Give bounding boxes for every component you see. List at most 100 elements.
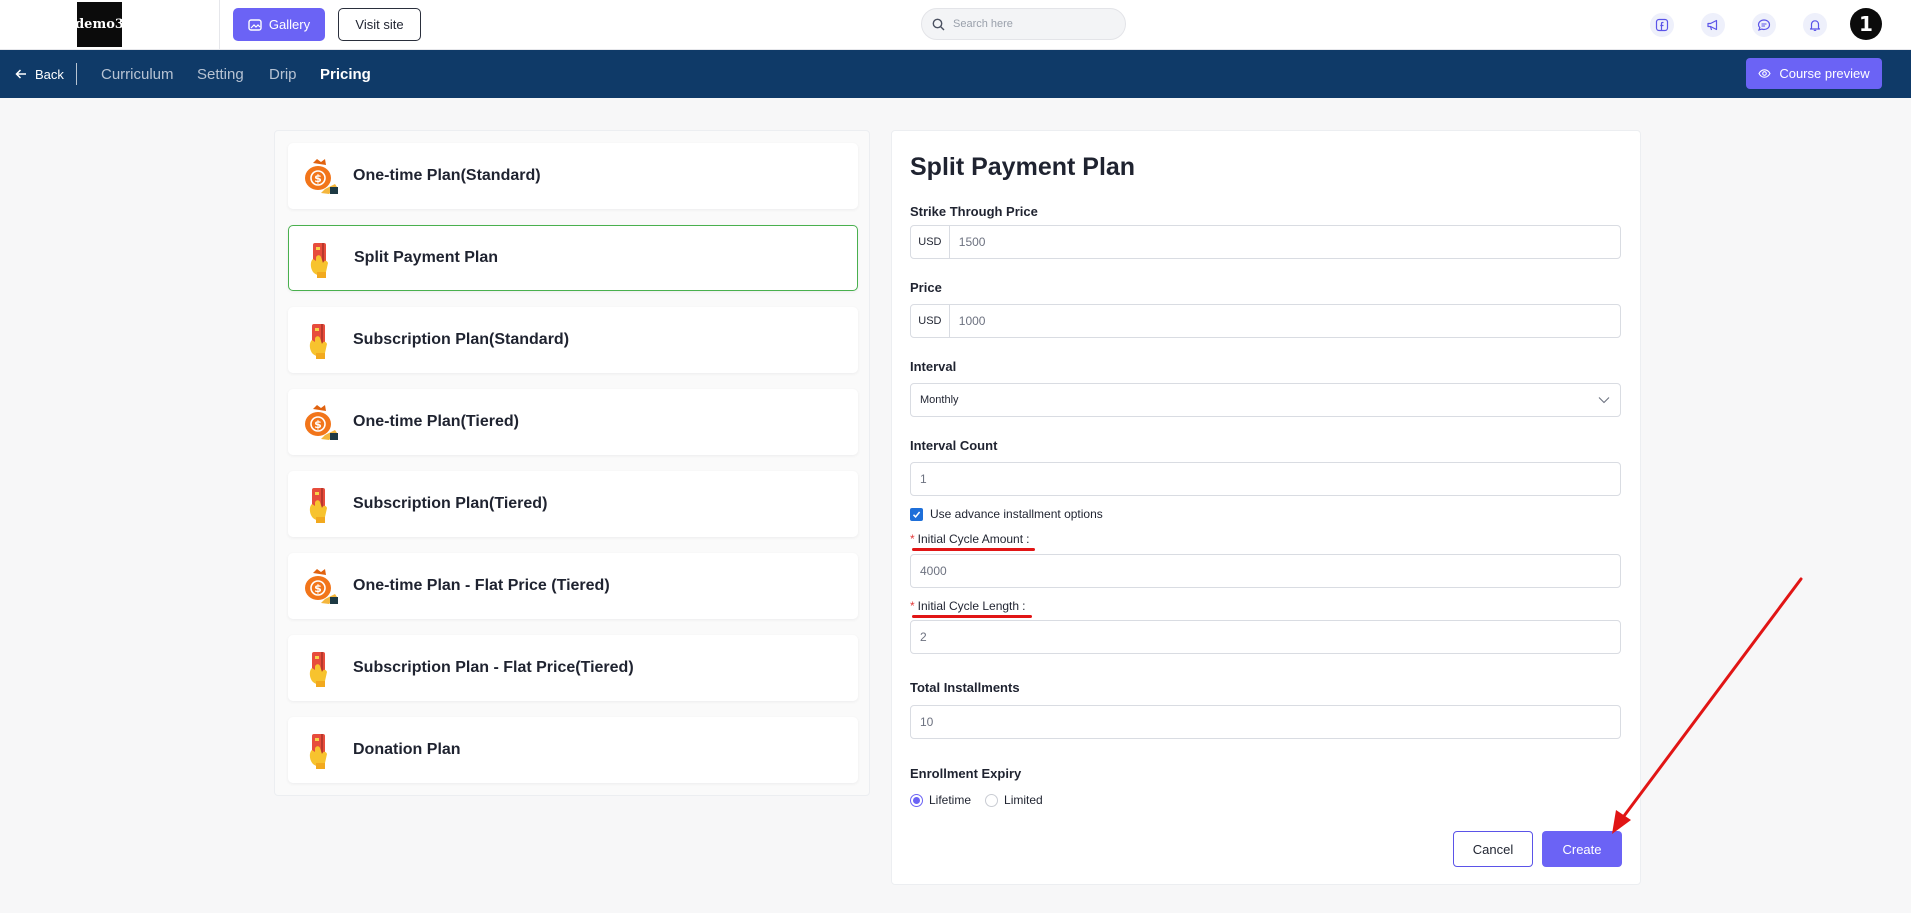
initial-cycle-length-field — [910, 620, 1621, 654]
required-mark: * — [910, 532, 915, 546]
plan-label: Split Payment Plan — [354, 249, 499, 266]
plan-card[interactable]: Subscription Plan(Tiered) — [288, 471, 858, 537]
facebook-icon[interactable] — [1650, 13, 1674, 37]
megaphone-icon[interactable] — [1701, 13, 1725, 37]
initial-cycle-amount-input[interactable] — [911, 555, 1620, 587]
tab-label: Setting — [197, 65, 244, 83]
tab-drip[interactable]: Drip — [269, 50, 297, 98]
course-nav-bar: Back Curriculum Setting Drip Pricing — [0, 50, 1911, 98]
label-suffix: : — [1022, 599, 1026, 613]
interval-select[interactable]: Monthly — [910, 383, 1621, 417]
plan-card[interactable]: $ One-time Plan - Flat Price (Tiered) — [288, 553, 858, 619]
gallery-button[interactable]: Gallery — [233, 8, 325, 41]
radio-lifetime[interactable] — [910, 793, 923, 807]
back-label: Back — [35, 66, 64, 82]
avatar[interactable]: 1 — [1850, 8, 1882, 40]
plan-card[interactable]: Subscription Plan(Standard) — [288, 307, 858, 373]
form-title: Split Payment Plan — [910, 153, 1136, 181]
money-bag-icon: $ — [298, 566, 340, 606]
course-preview-button[interactable]: Course preview — [1746, 58, 1882, 89]
tab-label: Curriculum — [101, 65, 174, 83]
advance-installment-option[interactable]: Use advance installment options — [910, 507, 1103, 521]
gallery-icon — [248, 18, 262, 31]
arrow-left-icon — [15, 69, 26, 79]
svg-text:$: $ — [314, 582, 322, 595]
price-field: USD — [910, 304, 1621, 338]
annotation-underline — [912, 548, 1035, 551]
enrollment-expiry-options: Lifetime Limited — [910, 793, 1043, 807]
required-mark: * — [910, 599, 915, 613]
card-hand-icon — [298, 648, 340, 688]
interval-count-input[interactable] — [911, 463, 1620, 495]
plan-card[interactable]: $ One-time Plan(Tiered) — [288, 389, 858, 455]
money-bag-icon: $ — [298, 156, 340, 196]
radio-limited[interactable] — [985, 793, 999, 807]
chat-icon[interactable] — [1752, 13, 1776, 37]
plan-label: One-time Plan - Flat Price (Tiered) — [353, 577, 610, 594]
search-icon — [932, 18, 945, 30]
cancel-button[interactable]: Cancel — [1453, 831, 1533, 867]
svg-text:$: $ — [314, 172, 322, 185]
card-hand-icon — [299, 239, 341, 279]
divider — [219, 0, 220, 50]
plan-label: Subscription Plan(Tiered) — [353, 495, 548, 512]
create-label: Create — [1562, 841, 1602, 857]
plan-card[interactable]: Donation Plan — [288, 717, 858, 783]
radio-label: Limited — [1004, 793, 1043, 807]
divider — [76, 63, 77, 85]
plan-label: Donation Plan — [353, 741, 461, 758]
check-icon — [912, 511, 921, 518]
tab-setting[interactable]: Setting — [197, 50, 244, 98]
annotation-underline — [912, 615, 1032, 618]
plan-label: One-time Plan(Standard) — [353, 167, 541, 184]
plan-label: One-time Plan(Tiered) — [353, 413, 519, 430]
tab-pricing[interactable]: Pricing — [320, 50, 371, 98]
strike-price-input[interactable] — [949, 226, 1620, 258]
interval-label: Interval — [910, 359, 957, 374]
initial-cycle-amount-label: * Initial Cycle Amount : — [910, 532, 1029, 546]
tab-curriculum[interactable]: Curriculum — [101, 50, 174, 98]
chevron-down-icon — [1598, 397, 1610, 404]
money-bag-icon: $ — [298, 402, 340, 442]
plan-label: Subscription Plan - Flat Price(Tiered) — [353, 659, 634, 676]
plan-card[interactable]: $ One-time Plan(Standard) — [288, 143, 858, 209]
label-text: Initial Cycle Length — [917, 599, 1020, 613]
create-button[interactable]: Create — [1542, 831, 1622, 867]
search-box[interactable] — [921, 8, 1126, 40]
total-installments-field — [910, 705, 1621, 739]
cancel-label: Cancel — [1472, 841, 1514, 857]
plan-card[interactable]: Split Payment Plan — [288, 225, 858, 291]
avatar-text: 1 — [1859, 12, 1873, 36]
plan-list: $ One-time Plan(Standard) Split Payment Pl… — [274, 130, 870, 796]
tab-label: Pricing — [320, 65, 371, 83]
advance-installment-checkbox[interactable] — [910, 507, 923, 521]
plan-card[interactable]: Subscription Plan - Flat Price(Tiered) — [288, 635, 858, 701]
total-installments-label: Total Installments — [910, 680, 1020, 695]
plan-form: Split Payment Plan Strike Through Price … — [891, 130, 1641, 885]
logo[interactable]: demo3 — [77, 2, 122, 47]
interval-count-field — [910, 462, 1621, 496]
price-input[interactable] — [949, 305, 1620, 337]
course-preview-label: Course preview — [1779, 66, 1870, 81]
bell-icon[interactable] — [1803, 13, 1827, 37]
initial-cycle-length-label: * Initial Cycle Length : — [910, 599, 1025, 613]
eye-icon — [1758, 69, 1771, 78]
plan-label: Subscription Plan(Standard) — [353, 331, 570, 348]
interval-value: Monthly — [920, 394, 959, 406]
card-hand-icon — [298, 730, 340, 770]
price-label: Price — [910, 280, 942, 295]
initial-cycle-amount-field — [910, 554, 1621, 588]
initial-cycle-length-input[interactable] — [911, 621, 1620, 653]
tab-label: Drip — [269, 65, 297, 83]
visit-site-button[interactable]: Visit site — [338, 8, 421, 41]
gallery-label: Gallery — [268, 17, 311, 32]
interval-count-label: Interval Count — [910, 438, 998, 453]
back-button[interactable]: Back — [15, 50, 64, 98]
search-input[interactable] — [953, 18, 1113, 30]
total-installments-input[interactable] — [911, 706, 1620, 738]
card-hand-icon — [298, 484, 340, 524]
top-bar: demo3 Gallery Visit site 1 — [0, 0, 1911, 50]
label-suffix: : — [1026, 532, 1030, 546]
currency-prefix: USD — [911, 226, 950, 258]
svg-text:$: $ — [314, 418, 322, 431]
